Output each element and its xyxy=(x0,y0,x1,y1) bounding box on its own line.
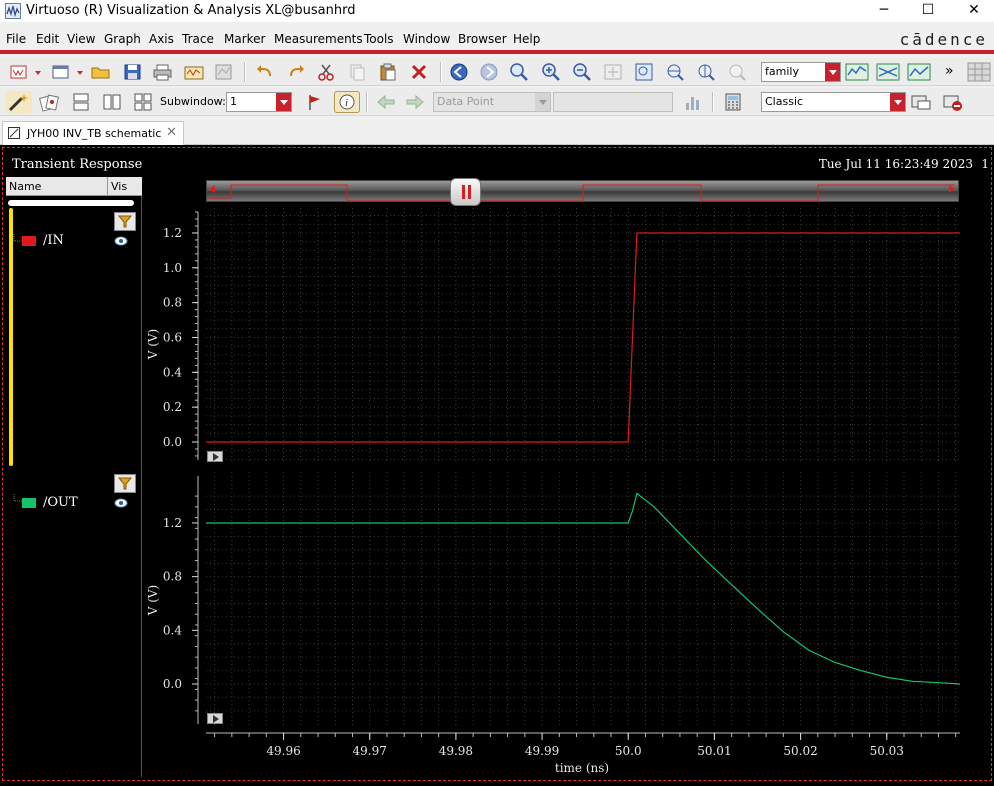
y-tick-label: 0.2 xyxy=(163,400,182,414)
plot-area[interactable]: 0.0 0.2 0.4 0.6 0.8 1.0 1.2 V (V) 0.0 0.4 0.8 1.2 V … xyxy=(0,0,994,786)
y-tick-label: 1.2 xyxy=(163,226,182,240)
strip-1: 0.0 0.2 0.4 0.6 0.8 1.0 1.2 V (V) xyxy=(146,208,960,464)
y-tick-label: 0.8 xyxy=(163,296,182,310)
x-tick-label: 49.99 xyxy=(525,744,559,758)
strip-2: 0.0 0.4 0.8 1.2 V (V) xyxy=(146,472,961,728)
y-tick-label: 0.0 xyxy=(163,435,182,449)
strip-2-play-icon[interactable] xyxy=(207,713,223,724)
x-axis-label: time (ns) xyxy=(555,761,609,775)
y-tick-label: 0.4 xyxy=(163,365,182,379)
x-tick-label: 49.96 xyxy=(266,744,300,758)
x-tick-label: 49.97 xyxy=(353,744,387,758)
y-axis-label: V (V) xyxy=(146,329,160,361)
x-tick-label: 50.03 xyxy=(870,744,904,758)
y-tick-label: 1.2 xyxy=(163,516,182,530)
y-tick-label: 0.0 xyxy=(163,677,182,691)
y-tick-label: 0.8 xyxy=(163,570,182,584)
strip-1-play-icon[interactable] xyxy=(207,451,223,462)
x-tick-label: 50.0 xyxy=(615,744,642,758)
x-tick-label: 50.01 xyxy=(697,744,731,758)
x-tick-label: 50.02 xyxy=(783,744,817,758)
x-tick-label: 49.98 xyxy=(439,744,473,758)
x-axis: 49.96 49.97 49.98 49.99 50.0 50.01 50.02 50.03 t… xyxy=(206,732,960,775)
trace-out xyxy=(206,492,961,685)
y-tick-label: 1.0 xyxy=(163,261,182,275)
y-tick-label: 0.4 xyxy=(163,623,182,637)
y-axis-label: V (V) xyxy=(146,585,160,617)
y-tick-label: 0.6 xyxy=(163,330,182,344)
